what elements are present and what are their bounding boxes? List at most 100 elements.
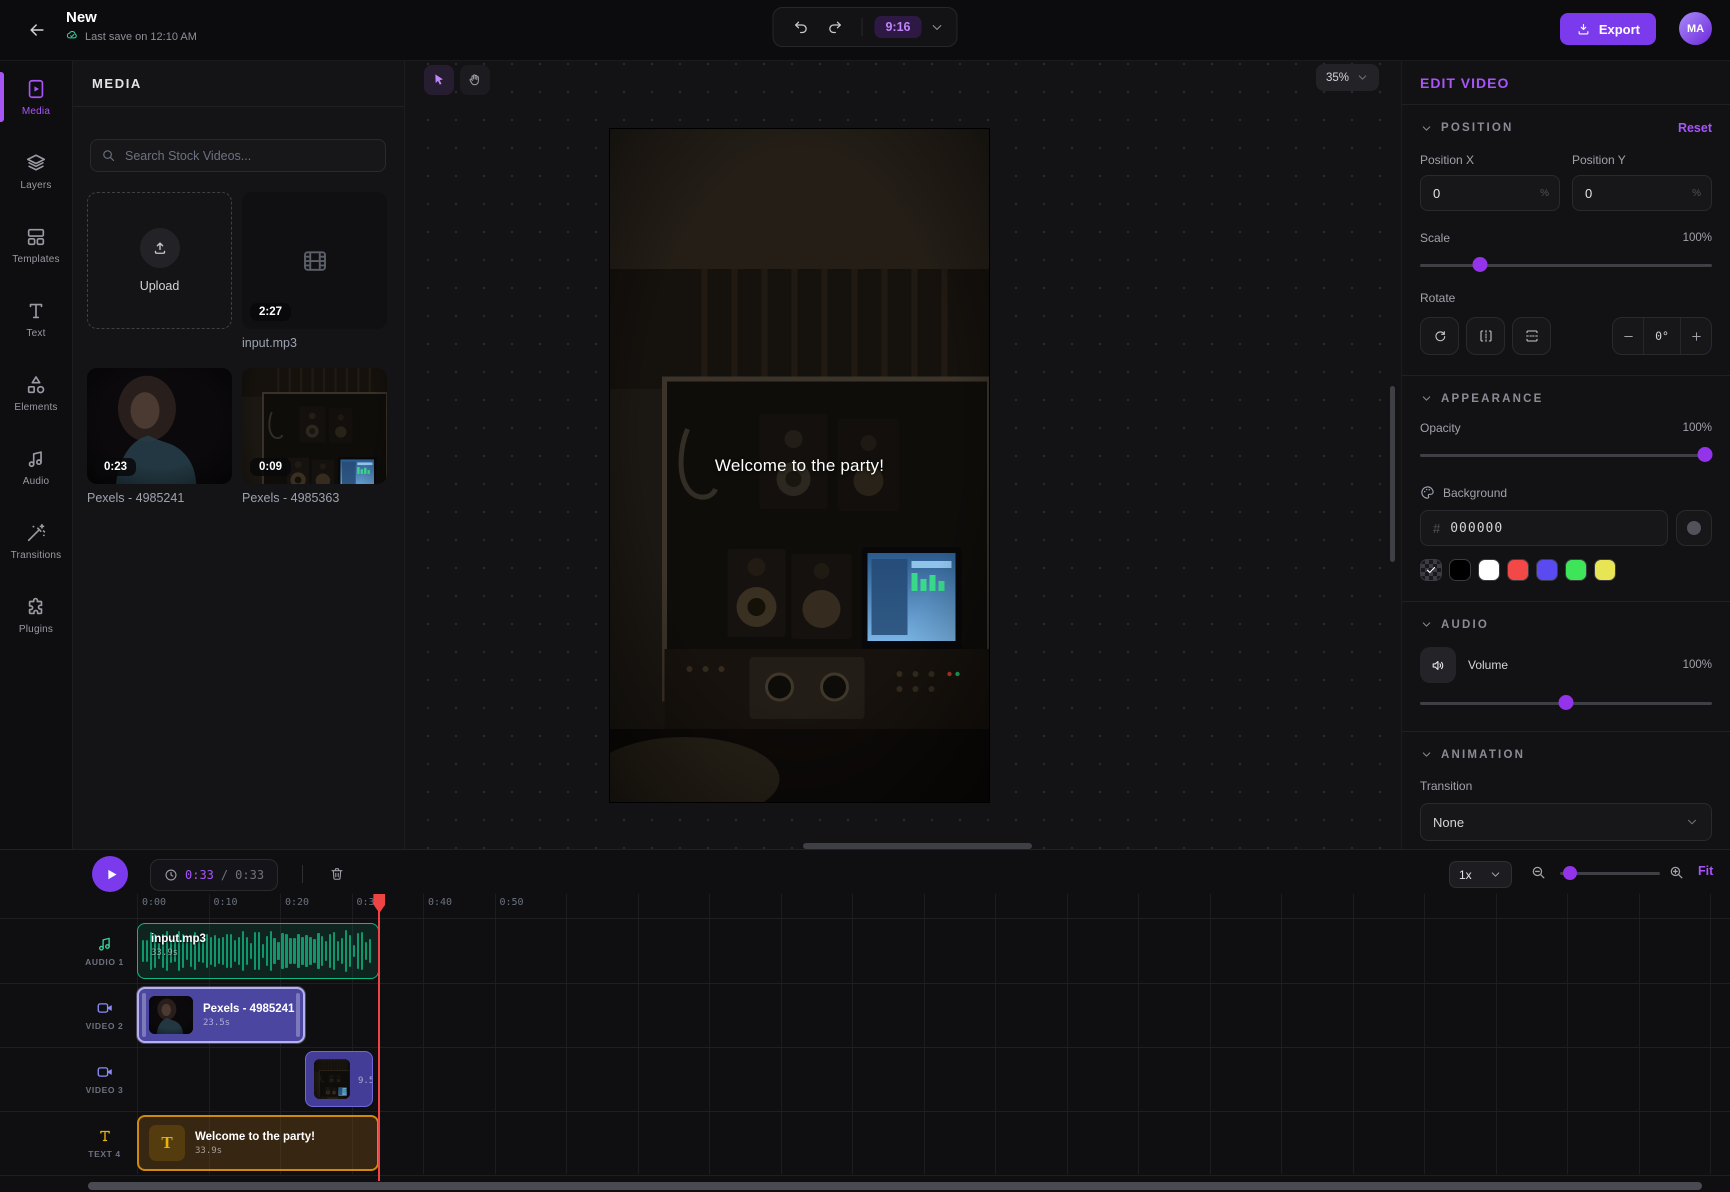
search-input[interactable] xyxy=(90,139,386,172)
position-x-input[interactable] xyxy=(1421,186,1530,201)
swatch-3ee559[interactable] xyxy=(1565,559,1587,581)
media-panel-title: MEDIA xyxy=(92,76,384,91)
play-button[interactable] xyxy=(92,856,128,892)
opacity-slider[interactable] xyxy=(1420,447,1712,463)
position-header[interactable]: POSITION xyxy=(1441,122,1670,134)
fit-button[interactable]: Fit xyxy=(1698,864,1713,878)
scale-slider[interactable] xyxy=(1420,257,1712,273)
search-icon xyxy=(101,148,116,163)
track-header-audio-1: AUDIO 1 xyxy=(72,919,137,983)
hand-tool-button[interactable] xyxy=(460,65,490,95)
flip-vertical-button[interactable] xyxy=(1512,317,1551,355)
color-picker-button[interactable] xyxy=(1676,510,1712,546)
timeline-ruler[interactable]: 0:000:100:200:300:400:50 xyxy=(0,894,1730,918)
timeline-track-audio-1[interactable]: AUDIO 1 input.mp3 33.9s xyxy=(0,919,1730,984)
export-button[interactable]: Export xyxy=(1560,13,1656,45)
aspect-ratio-dropdown[interactable] xyxy=(930,20,945,35)
canvas-zoom-dropdown[interactable]: 35% xyxy=(1316,64,1379,91)
undo-button[interactable] xyxy=(785,12,815,42)
timeline-zoom-thumb[interactable] xyxy=(1563,866,1577,880)
flip-horizontal-button[interactable] xyxy=(1466,317,1505,355)
chevron-down-icon[interactable] xyxy=(1420,122,1433,135)
sidebar-item-audio[interactable]: Audio xyxy=(0,430,72,504)
play-icon xyxy=(104,867,119,882)
export-label: Export xyxy=(1599,22,1640,37)
media-tile-pexels-4985241[interactable]: 0:23 xyxy=(87,368,232,484)
timeline-track-video-3[interactable]: VIDEO 3 9.5s xyxy=(0,1047,1730,1112)
volume-slider[interactable] xyxy=(1420,695,1712,711)
rotate-decrease-button[interactable] xyxy=(1613,318,1643,354)
swatch-ffffff[interactable] xyxy=(1478,559,1500,581)
swatch-transparent[interactable] xyxy=(1420,559,1442,581)
appearance-header[interactable]: APPEARANCE xyxy=(1441,393,1712,405)
delete-clip-button[interactable] xyxy=(322,860,352,888)
clip-welcome-to-the-party[interactable]: T Welcome to the party! 33.9s xyxy=(137,1115,379,1171)
media-tile-pexels-4985363[interactable]: 0:09 xyxy=(242,368,387,484)
duration-badge: 0:23 xyxy=(95,458,136,476)
audio-header[interactable]: AUDIO xyxy=(1441,619,1712,631)
sidebar-item-templates[interactable]: Templates xyxy=(0,208,72,282)
sidebar-item-transitions[interactable]: Transitions xyxy=(0,504,72,578)
trash-icon xyxy=(329,866,345,882)
sidebar-item-layers[interactable]: Layers xyxy=(0,134,72,208)
timeline-zoom-out-button[interactable] xyxy=(1530,864,1547,881)
hand-icon xyxy=(467,72,483,88)
opacity-slider-thumb[interactable] xyxy=(1697,447,1712,462)
music-note-icon xyxy=(96,935,114,953)
back-button[interactable] xyxy=(20,13,54,47)
canvas-vertical-scrollbar[interactable] xyxy=(1390,386,1395,562)
upload-icon xyxy=(151,239,169,257)
clip-duration: 23.5s xyxy=(203,1018,294,1028)
upload-button xyxy=(140,228,180,268)
mute-toggle-button[interactable] xyxy=(1420,647,1456,683)
sidebar-item-text[interactable]: Text xyxy=(0,282,72,356)
playback-speed-select[interactable]: 1x xyxy=(1449,861,1512,888)
templates-icon xyxy=(25,226,47,248)
rotate-increase-button[interactable] xyxy=(1681,318,1711,354)
pointer-tool-button[interactable] xyxy=(424,65,454,95)
timeline-track-video-2[interactable]: VIDEO 2 Pexels - 4985241 23.5s xyxy=(0,983,1730,1048)
sidebar-item-media[interactable]: Media xyxy=(0,60,72,134)
scale-slider-thumb[interactable] xyxy=(1472,257,1487,272)
chevron-down-icon[interactable] xyxy=(1420,748,1433,761)
reset-link[interactable]: Reset xyxy=(1678,121,1712,135)
swatch-5a4bf0[interactable] xyxy=(1536,559,1558,581)
preview-overlay-text[interactable]: Welcome to the party! xyxy=(610,456,989,476)
chevron-down-icon[interactable] xyxy=(1420,392,1433,405)
rotate-90-button[interactable] xyxy=(1420,317,1459,355)
animation-header[interactable]: ANIMATION xyxy=(1441,749,1712,761)
position-y-label: Position Y xyxy=(1572,153,1712,167)
avatar[interactable]: MA xyxy=(1679,12,1712,45)
background-hex-input[interactable] xyxy=(1448,520,1655,537)
timeline-track-text-4[interactable]: TEXT 4T Welcome to the party! 33.9s xyxy=(0,1111,1730,1176)
media-tile-input-mp3[interactable]: 2:27 xyxy=(242,192,387,329)
clip-input-mp3[interactable]: input.mp3 33.9s xyxy=(137,923,379,979)
clip-name: input.mp3 xyxy=(151,933,206,945)
transition-select[interactable]: None xyxy=(1420,803,1712,841)
video-camera-icon xyxy=(96,999,114,1017)
clip-video-3[interactable]: 9.5s xyxy=(305,1051,373,1107)
chevron-down-icon xyxy=(1356,71,1369,84)
swatch-e8e554[interactable] xyxy=(1594,559,1616,581)
timeline-zoom-in-button[interactable] xyxy=(1668,864,1685,881)
position-x-field: % xyxy=(1420,175,1560,211)
upload-tile[interactable]: Upload xyxy=(87,192,232,329)
position-y-input[interactable] xyxy=(1573,186,1682,201)
position-section: POSITION Reset Position X % Position Y %… xyxy=(1402,104,1730,375)
clip-pexels-4985241[interactable]: Pexels - 4985241 23.5s xyxy=(137,987,305,1043)
timeline-horizontal-scrollbar[interactable] xyxy=(88,1182,1702,1190)
aspect-ratio-badge[interactable]: 9:16 xyxy=(874,16,921,38)
playhead-line[interactable] xyxy=(378,894,380,1181)
timeline-zoom-slider[interactable] xyxy=(1560,866,1660,880)
swatch-f24848[interactable] xyxy=(1507,559,1529,581)
volume-slider-thumb[interactable] xyxy=(1559,695,1574,710)
download-icon xyxy=(1576,22,1591,37)
redo-button[interactable] xyxy=(819,12,849,42)
sidebar-item-plugins[interactable]: Plugins xyxy=(0,578,72,652)
chevron-down-icon[interactable] xyxy=(1420,618,1433,631)
swatch-000000[interactable] xyxy=(1449,559,1471,581)
sidebar-item-elements[interactable]: Elements xyxy=(0,356,72,430)
video-preview[interactable]: Welcome to the party! xyxy=(610,129,989,802)
total-time: 0:33 xyxy=(235,868,264,882)
time-display: 0:33 / 0:33 xyxy=(150,859,278,891)
